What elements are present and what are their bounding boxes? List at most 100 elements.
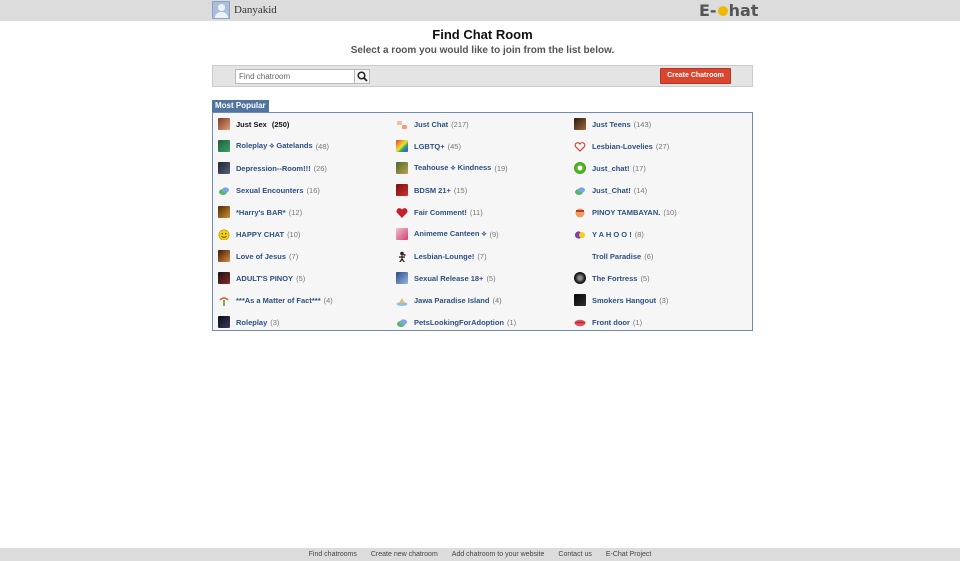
room-count: (1) <box>507 317 517 327</box>
room-count: (3) <box>270 317 280 327</box>
room-avatar-icon <box>574 294 586 306</box>
top-bar: Danyakid E-hat <box>0 0 960 21</box>
room-item[interactable]: Just Chat (217) <box>396 116 469 132</box>
search-toolbar: Create Chatroom <box>212 65 753 87</box>
room-avatar-icon <box>218 316 230 328</box>
chat-bubble-icon <box>717 5 728 16</box>
footer-link-find-chatrooms[interactable]: Find chatrooms <box>309 551 357 558</box>
room-item[interactable]: Animeme Canteen ⟡ (9) <box>396 226 499 242</box>
room-count: (5) <box>486 273 496 283</box>
room-item[interactable]: *Harry's BAR* (12) <box>218 204 302 220</box>
room-count: (15) <box>453 185 468 195</box>
chat-bubbles-icon <box>396 316 408 328</box>
footer-link-echat-project[interactable]: E-Chat Project <box>606 551 652 558</box>
room-name: Roleplay <box>236 317 268 327</box>
room-count: (143) <box>633 119 652 129</box>
room-item[interactable]: Y A H O O ! (8) <box>574 226 644 242</box>
room-count: (4) <box>492 295 502 305</box>
most-popular-tab: Most Popular <box>212 100 269 112</box>
user-avatar-icon[interactable] <box>212 1 230 19</box>
room-count: (5) <box>640 273 650 283</box>
green-chat-icon <box>574 162 586 174</box>
room-count: (250) <box>271 119 290 129</box>
room-item[interactable]: ***As a Matter of Fact*** (4) <box>218 292 333 308</box>
room-count: (19) <box>494 163 508 173</box>
room-name: Y A H O O ! <box>592 229 632 239</box>
room-item[interactable]: Sexual Encounters (16) <box>218 182 320 198</box>
room-name: Front door <box>592 317 630 327</box>
chat-bubbles-icon <box>218 184 230 196</box>
blank-avatar-icon <box>574 250 586 262</box>
room-avatar-icon <box>574 272 586 284</box>
room-item[interactable]: PetsLookingForAdoption (1) <box>396 314 516 330</box>
room-item[interactable]: Just_chat! (17) <box>574 160 646 176</box>
footer-link-contact[interactable]: Contact us <box>558 551 591 558</box>
username[interactable]: Danyakid <box>234 4 277 16</box>
room-item[interactable]: Love of Jesus (7) <box>218 248 298 264</box>
smiley-icon <box>218 228 230 240</box>
room-count: (10) <box>663 207 677 217</box>
echat-logo[interactable]: E-hat <box>699 1 758 20</box>
search-input[interactable] <box>235 69 355 84</box>
room-list: Just Sex (250) Just Chat (217) Just Teen… <box>212 112 753 331</box>
footer-link-create-chatroom[interactable]: Create new chatroom <box>371 551 438 558</box>
room-avatar-icon <box>396 162 408 174</box>
chat-cartoon-icon <box>396 118 408 130</box>
room-name: PetsLookingForAdoption <box>414 317 504 327</box>
room-avatar-icon <box>218 272 230 284</box>
room-name: ***As a Matter of Fact*** <box>236 295 321 305</box>
room-item[interactable]: Teahouse ⟡ Kindness (19) <box>396 160 508 176</box>
room-name: Teahouse ⟡ Kindness <box>414 163 492 172</box>
room-item[interactable]: Front door (1) <box>574 314 642 330</box>
room-name: Just_chat! <box>592 163 630 173</box>
lips-icon <box>574 316 586 328</box>
footer-link-add-to-website[interactable]: Add chatroom to your website <box>452 551 545 558</box>
room-avatar-icon <box>396 184 408 196</box>
room-count: (45) <box>447 141 461 151</box>
cartoon-avatar-icon <box>574 206 586 218</box>
room-count: (14) <box>633 185 648 195</box>
room-avatar-icon <box>218 140 230 152</box>
room-item[interactable]: Just_Chat! (14) <box>574 182 647 198</box>
room-item[interactable]: Roleplay ⟡ Gatelands (48) <box>218 138 329 154</box>
chat-bubbles-icon <box>574 184 586 196</box>
room-item[interactable]: Just Teens (143) <box>574 116 651 132</box>
room-count: (5) <box>296 273 306 283</box>
room-name: *Harry's BAR* <box>236 207 286 217</box>
room-item[interactable]: Smokers Hangout (3) <box>574 292 668 308</box>
room-item[interactable]: Lesbian-Lounge! (7) <box>396 248 487 264</box>
room-item[interactable]: The Fortress (5) <box>574 270 650 286</box>
room-item[interactable]: Troll Paradise (6) <box>574 248 653 264</box>
create-chatroom-button[interactable]: Create Chatroom <box>660 68 731 84</box>
rainbow-flag-icon <box>396 140 408 152</box>
room-item[interactable]: Sexual Release 18+ (5) <box>396 270 496 286</box>
room-item[interactable]: PINOY TAMBAYAN. (10) <box>574 204 677 220</box>
room-count: (7) <box>289 251 299 261</box>
room-count: (16) <box>306 185 320 195</box>
room-count: (12) <box>288 207 303 217</box>
room-item[interactable]: ADULT'S PINOY (5) <box>218 270 305 286</box>
search-icon <box>357 71 368 82</box>
room-count: (26) <box>313 163 327 173</box>
room-count: (7) <box>477 251 487 261</box>
room-count: (17) <box>632 163 646 173</box>
room-item[interactable]: LGBTQ+ (45) <box>396 138 461 154</box>
room-item[interactable]: Fair Comment! (11) <box>396 204 483 220</box>
room-name: Just Teens <box>592 119 631 129</box>
page-title: Find Chat Room <box>432 27 533 42</box>
page-subtitle: Select a room you would like to join fro… <box>350 45 615 56</box>
figure-icon <box>396 250 408 262</box>
room-item[interactable]: Roleplay (3) <box>218 314 279 330</box>
room-count: (9) <box>489 229 499 239</box>
room-item[interactable]: Just Sex (250) <box>218 116 289 132</box>
room-item[interactable]: BDSM 21+ (15) <box>396 182 467 198</box>
room-item[interactable]: HAPPY CHAT (10) <box>218 226 300 242</box>
room-count: (27) <box>655 141 670 151</box>
room-item[interactable]: Lesbian-Lovelies (27) <box>574 138 669 154</box>
room-count: (217) <box>451 119 469 129</box>
room-item[interactable]: Jawa Paradise Island (4) <box>396 292 502 308</box>
room-name: Sexual Encounters <box>236 185 304 195</box>
room-item[interactable]: Depression--Room!!! (26) <box>218 160 327 176</box>
search-button[interactable] <box>354 69 370 84</box>
room-count: (4) <box>323 295 333 305</box>
